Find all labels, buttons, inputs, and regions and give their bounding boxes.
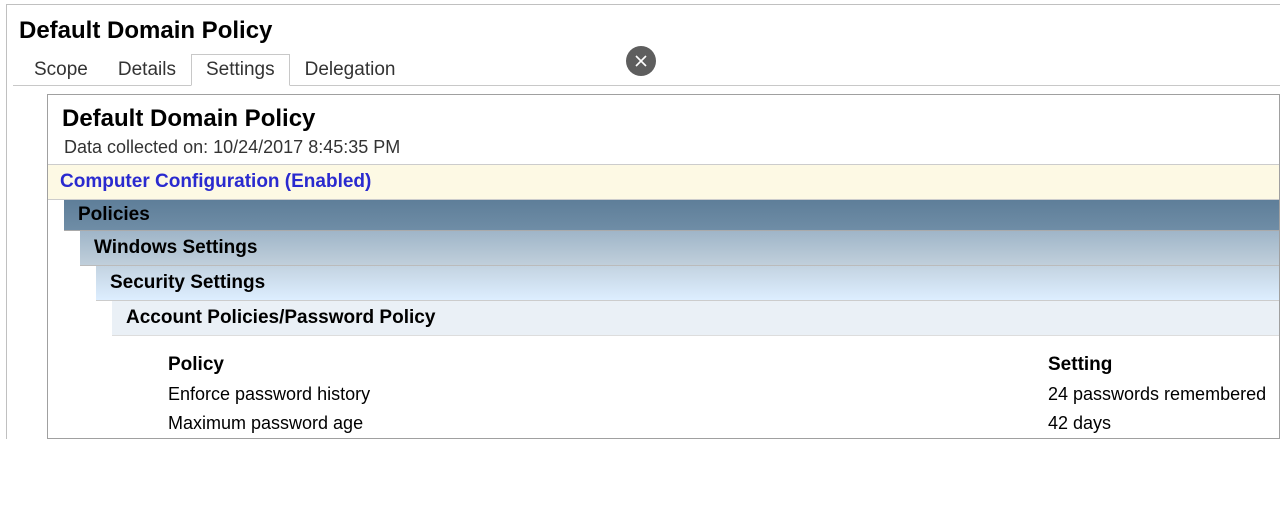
collected-value: 10/24/2017 8:45:35 PM (213, 137, 400, 157)
tab-details[interactable]: Details (103, 54, 191, 86)
table-row: Enforce password history 24 passwords re… (168, 380, 1279, 409)
tab-delegation[interactable]: Delegation (290, 54, 411, 86)
report-title: Default Domain Policy (62, 105, 1265, 133)
tab-settings[interactable]: Settings (191, 54, 290, 86)
tab-scope[interactable]: Scope (19, 54, 103, 86)
section-policies[interactable]: Policies (64, 200, 1279, 231)
table-row: Maximum password age 42 days (168, 409, 1279, 438)
section-account-policies[interactable]: Account Policies/Password Policy (112, 301, 1279, 336)
header-policy: Policy (168, 354, 1048, 376)
close-icon (635, 55, 647, 67)
collected-label: Data collected on: (64, 137, 208, 157)
header-setting: Setting (1048, 354, 1279, 376)
cell-setting: 42 days (1048, 413, 1279, 434)
settings-report: Default Domain Policy Data collected on:… (47, 94, 1280, 439)
report-collected: Data collected on: 10/24/2017 8:45:35 PM (62, 133, 1265, 158)
cell-policy: Maximum password age (168, 413, 1048, 434)
cell-policy: Enforce password history (168, 384, 1048, 405)
policy-table: Policy Setting Enforce password history … (168, 350, 1279, 438)
section-windows-settings[interactable]: Windows Settings (80, 231, 1279, 266)
close-overlay-button[interactable] (626, 46, 656, 76)
section-computer-configuration[interactable]: Computer Configuration (Enabled) (48, 164, 1279, 200)
cell-setting: 24 passwords remembered (1048, 384, 1279, 405)
table-header: Policy Setting (168, 350, 1279, 380)
section-security-settings[interactable]: Security Settings (96, 266, 1279, 301)
